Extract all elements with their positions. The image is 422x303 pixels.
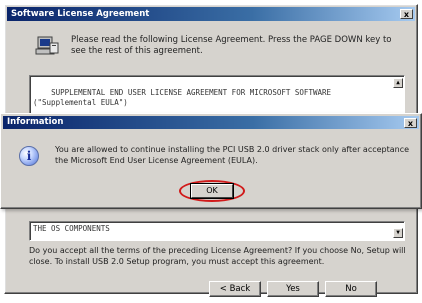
no-button[interactable]: No — [325, 281, 377, 297]
information-close-button[interactable]: x — [404, 118, 417, 128]
license-text-content-lower: THE OS COMPONENTS — [33, 224, 110, 233]
setup-computer-icon — [35, 36, 59, 55]
information-icon: i — [19, 146, 39, 166]
license-window-title: Software License Agreement — [11, 9, 150, 19]
license-text-area[interactable]: SUPPLEMENTAL END USER LICENSE AGREEMENT … — [29, 75, 405, 117]
scroll-up-arrow[interactable]: ▲ — [393, 78, 403, 88]
information-dialog-title: Information — [7, 117, 64, 127]
scroll-down-arrow[interactable]: ▼ — [393, 228, 403, 238]
information-message: You are allowed to continue installing t… — [55, 145, 410, 165]
license-instructions: Please read the following License Agreem… — [71, 35, 392, 56]
ok-highlight-circle: OK — [179, 180, 245, 202]
back-button[interactable]: < Back — [209, 281, 261, 297]
license-close-button[interactable]: x — [400, 9, 413, 19]
yes-button[interactable]: Yes — [267, 281, 319, 297]
license-text-area-lower[interactable]: THE OS COMPONENTS ▼ — [29, 221, 405, 241]
accept-question: Do you accept all the terms of the prece… — [29, 246, 406, 266]
license-window-titlebar[interactable]: Software License Agreement x — [7, 7, 415, 21]
ok-button[interactable]: OK — [190, 183, 234, 199]
information-dialog: Information x i You are allowed to conti… — [0, 113, 422, 209]
information-dialog-titlebar[interactable]: Information x — [3, 116, 419, 129]
